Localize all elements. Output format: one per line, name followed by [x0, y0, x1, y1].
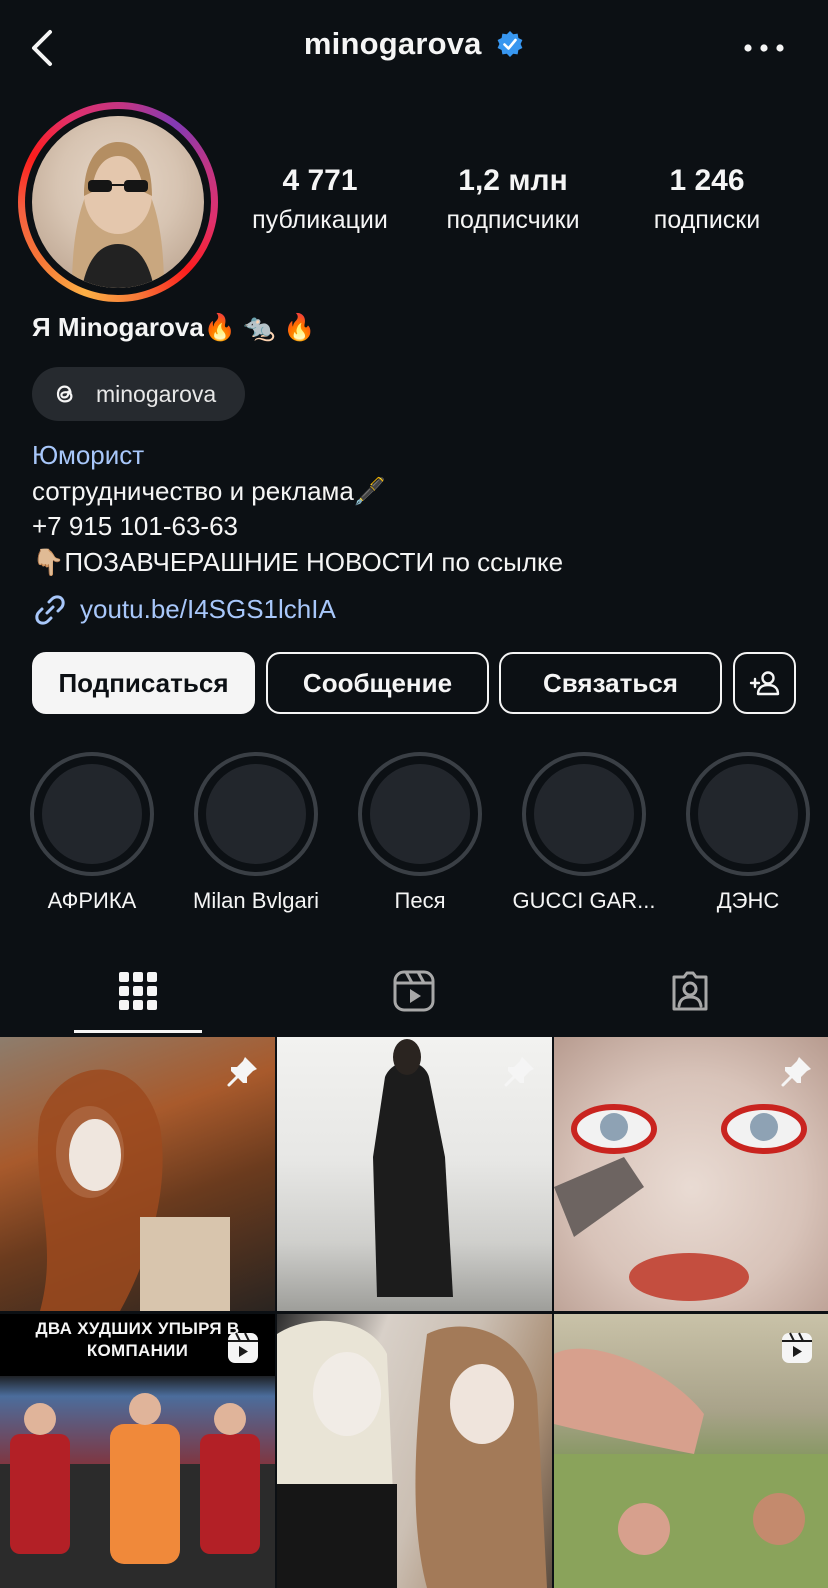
profile-link-text: youtu.be/I4SGS1lchIA [80, 594, 336, 624]
avatar [32, 116, 204, 288]
pinned-icon [504, 1057, 534, 1087]
threads-badge[interactable]: minogarova [32, 367, 245, 421]
highlight-label: Песя [394, 888, 446, 913]
highlight-cover [686, 752, 810, 876]
post-thumbnail[interactable] [0, 1037, 275, 1311]
highlight-item[interactable]: ДЭНС [668, 752, 828, 914]
pinned-icon [781, 1057, 811, 1087]
highlight-label: ДЭНС [716, 888, 780, 913]
highlight-label: Milan Bvlgari [193, 888, 319, 913]
bio-line: 👇🏼ПОЗАВЧЕРАШНИЕ НОВОСТИ по ссылке [32, 547, 564, 577]
reels-icon [393, 970, 435, 1012]
posts-count: 4 771 публикации [252, 164, 388, 234]
highlight-label: GUCCI GAR... [512, 888, 656, 913]
grid-icon [119, 972, 157, 1010]
post-thumbnail[interactable] [554, 1037, 828, 1311]
threads-icon [56, 385, 73, 403]
post-thumbnail[interactable]: ДВА ХУДШИХ УПЫРЯ В КОМПАНИИ [0, 1314, 275, 1588]
highlight-item[interactable]: Milan Bvlgari [176, 752, 336, 914]
highlight-label: АФРИКА [47, 888, 137, 913]
threads-handle: minogarova [96, 381, 217, 407]
follow-button[interactable]: Подписаться [32, 652, 255, 714]
username-title: minogarova [303, 26, 482, 61]
verified-badge-icon [497, 31, 523, 57]
highlight-cover [358, 752, 482, 876]
display-name: Я Minogarova🔥 🐀 🔥 [32, 312, 316, 342]
top-bar: minogarova [0, 0, 828, 96]
post-thumbnail[interactable] [554, 1314, 828, 1588]
tab-reels[interactable] [276, 955, 552, 1035]
more-options-icon[interactable] [740, 40, 788, 56]
reel-icon [782, 1332, 812, 1363]
highlight-item[interactable]: GUCCI GAR... [504, 752, 664, 914]
highlight-cover [194, 752, 318, 876]
active-tab-indicator [74, 1030, 202, 1033]
followers-count[interactable]: 1,2 млн подписчики [423, 164, 603, 235]
highlight-item[interactable]: Песя [340, 752, 500, 914]
suggested-users-button[interactable] [733, 652, 796, 714]
bio-line: +7 915 101-63-63 [32, 511, 239, 541]
tab-grid[interactable] [0, 955, 276, 1035]
highlight-item[interactable]: АФРИКА [12, 752, 172, 914]
reel-icon [228, 1332, 258, 1363]
tab-tagged[interactable] [552, 955, 828, 1035]
add-person-icon [749, 671, 780, 696]
category-label: Юморист [32, 440, 145, 470]
contact-button[interactable]: Связаться [499, 652, 722, 714]
bio-line: сотрудничество и реклама🖋️ [32, 476, 387, 506]
story-ring[interactable] [18, 102, 218, 302]
tagged-person-icon [672, 971, 708, 1011]
following-count[interactable]: 1 246 подписки [617, 164, 797, 235]
post-thumbnail[interactable] [277, 1314, 552, 1588]
highlight-cover [522, 752, 646, 876]
pinned-icon [227, 1057, 257, 1087]
post-thumbnail[interactable] [277, 1037, 552, 1311]
link-icon [35, 595, 65, 625]
highlight-cover [30, 752, 154, 876]
message-button[interactable]: Сообщение [266, 652, 489, 714]
username-title-group: minogarova [0, 26, 828, 62]
